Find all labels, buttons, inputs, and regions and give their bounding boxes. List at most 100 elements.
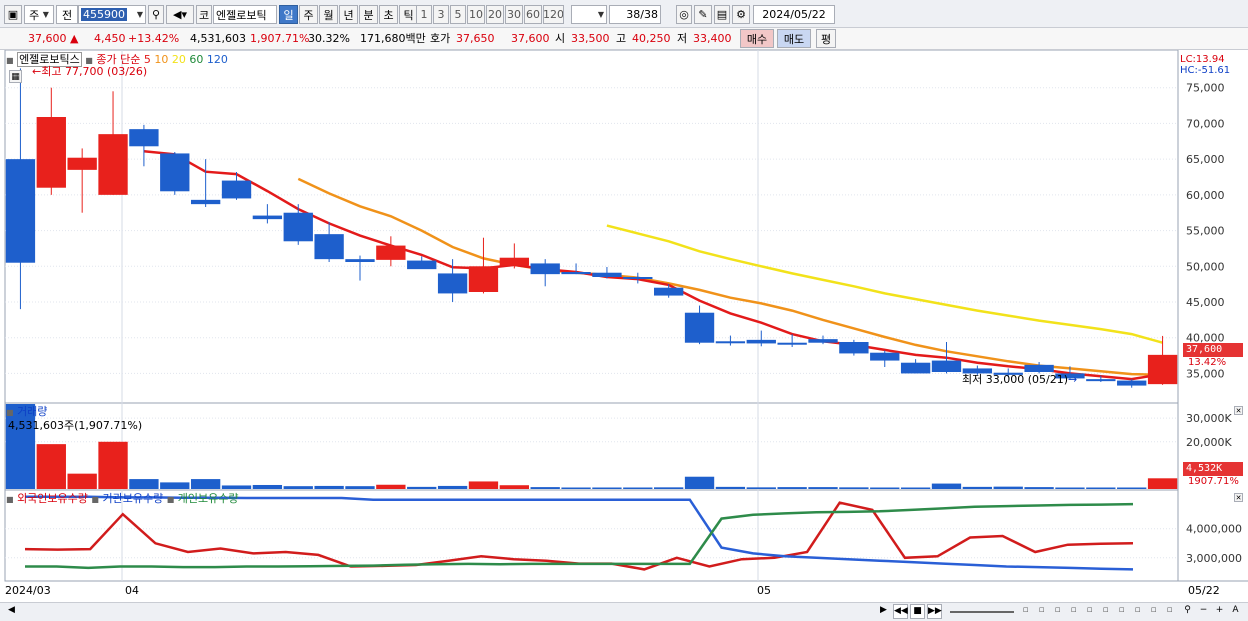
volume-bar — [407, 486, 437, 489]
interval-button-120[interactable]: 120 — [543, 5, 564, 24]
volume-bar — [67, 473, 97, 489]
interval-button-30[interactable]: 30 — [505, 5, 523, 24]
individual-holdings-label: 개인보유수량 — [177, 492, 239, 505]
wave-tool-icon[interactable]: ▫ — [1098, 604, 1113, 619]
buy-label: 매수 — [746, 32, 768, 46]
crosshair-icon[interactable]: ▫ — [1018, 604, 1033, 619]
copy-icon[interactable]: ▫ — [1050, 604, 1065, 619]
zoom-slider[interactable] — [950, 611, 1014, 613]
code-value: 455900 — [81, 8, 127, 21]
ma-period-legend: 5 10 20 60 120 — [144, 53, 228, 66]
mode-select[interactable]: 주 ▼ — [24, 5, 54, 24]
open-label: 시 — [555, 32, 566, 45]
buy-button[interactable]: 매수 — [740, 29, 774, 48]
calendar-icon[interactable]: ▦ — [9, 70, 22, 83]
cycle-tool-icon[interactable]: ▫ — [1114, 604, 1129, 619]
scroll-right-icon[interactable]: ▶ — [876, 604, 891, 619]
xaxis-start: 2024/03 — [5, 584, 51, 597]
ma-legend-20: 20 — [168, 53, 186, 66]
search-icon[interactable]: ⚲ — [148, 5, 164, 24]
eval-button[interactable]: 평 — [816, 29, 836, 48]
period-tab-2[interactable]: 월 — [319, 5, 338, 24]
binoculars-icon[interactable]: ◎ — [676, 5, 692, 24]
interval-select[interactable]: ▼ — [571, 5, 607, 24]
chevron-down-icon: ▼ — [597, 10, 604, 19]
ask-price-1: 37,650 — [456, 32, 495, 45]
volume-bar — [160, 482, 190, 489]
fib-tool-icon[interactable]: ▫ — [1082, 604, 1097, 619]
first-page-icon[interactable]: ◀◀ — [893, 604, 908, 619]
interval-button-60[interactable]: 60 — [524, 5, 542, 24]
sell-button[interactable]: 매도 — [777, 29, 811, 48]
volume-current: 4,531,603주(1,907.71%) — [8, 419, 143, 432]
company-name-field: 엔젤로보틱 — [213, 5, 277, 24]
candle-body — [283, 212, 313, 242]
period-tab-5[interactable]: 초 — [379, 5, 398, 24]
chart-menu-icon[interactable]: ▣ — [4, 5, 22, 24]
holdings-tick-label: 3,000,000 — [1186, 552, 1242, 565]
trade-amount: 171,680백만 — [360, 32, 426, 45]
scroll-left-icon[interactable]: ◀ — [4, 604, 19, 619]
interval-button-20[interactable]: 20 — [486, 5, 504, 24]
high-label: 고 — [616, 32, 627, 45]
candle-body — [252, 215, 283, 220]
period-tab-1[interactable]: 주 — [299, 5, 318, 24]
open-price: 33,500 — [571, 32, 610, 45]
high-price: 40,250 — [632, 32, 671, 45]
font-size-icon[interactable]: A — [1228, 604, 1243, 619]
interval-button-5[interactable]: 5 — [450, 5, 466, 24]
plus-icon[interactable]: + — [1212, 604, 1227, 619]
volume-bar — [1086, 487, 1116, 489]
interval-button-10[interactable]: 10 — [467, 5, 485, 24]
last-page-icon[interactable]: ▶▶ — [927, 604, 942, 619]
price-change-pct: +13.42% — [128, 32, 180, 45]
holdings-tick-label: 4,000,000 — [1186, 523, 1242, 536]
count-field[interactable]: 38/38 — [609, 5, 661, 24]
volume-panel-title: ■ 거래량 — [6, 405, 48, 418]
volume-bar — [1117, 487, 1147, 489]
measure-tool-icon[interactable]: ▫ — [1130, 604, 1145, 619]
volume-tick-label: 20,000K — [1186, 436, 1232, 449]
interval-button-1[interactable]: 1 — [416, 5, 432, 24]
text-tool-icon[interactable]: ▫ — [1162, 604, 1177, 619]
period-tab-3[interactable]: 년 — [339, 5, 358, 24]
stop-icon[interactable]: ■ — [910, 604, 925, 619]
draw-tool-icon[interactable]: ✎ — [694, 5, 712, 24]
rect-tool-icon[interactable]: ▫ — [1034, 604, 1049, 619]
volume-ratio: 1,907.71% — [250, 32, 310, 45]
market-button[interactable]: 코 — [196, 5, 212, 24]
period-tab-4[interactable]: 분 — [359, 5, 378, 24]
low-note-text: 최저 33,000 (05/21) — [962, 373, 1069, 386]
speaker-icon[interactable]: ◀▾ — [166, 5, 194, 24]
prev-button[interactable]: 전 — [56, 5, 78, 24]
chart-svg[interactable]: 35,00040,00045,00050,00055,00060,00065,0… — [0, 49, 1248, 602]
chart-type-icon[interactable]: ▫ — [1146, 604, 1161, 619]
gear-icon[interactable]: ⚙ — [732, 5, 750, 24]
save-icon[interactable]: ▤ — [714, 5, 730, 24]
candle-body — [715, 341, 746, 344]
volume-panel-close-icon[interactable]: ✕ — [1234, 406, 1243, 415]
chart-navigation-bar: ◀ ▶ ◀◀ ■ ▶▶ ▫ ▫ ▫ ▫ ▫ ▫ ▫ ▫ ▫ ▫ ⚲ − + A — [0, 602, 1248, 621]
count-total: /38 — [640, 8, 658, 21]
quote-bar: 37,600 ▲ 4,450 +13.42% 4,531,603 1,907.7… — [0, 28, 1248, 50]
code-input[interactable]: 455900 ▼ — [78, 5, 146, 24]
zoom-icon[interactable]: ⚲ — [1180, 604, 1195, 619]
low-price: 33,400 — [693, 32, 732, 45]
institution-holdings-label: 기관보유수량 — [102, 492, 164, 505]
date-field[interactable]: 2024/05/22 — [753, 5, 835, 24]
count-value: 38 — [626, 8, 641, 21]
volume-bar — [900, 487, 931, 489]
chart-area[interactable]: 35,000 40,000 45,000 50,000 55,000 60,000 65,0… — [0, 49, 1248, 621]
interval-button-3[interactable]: 3 — [433, 5, 449, 24]
holdings-panel-close-icon[interactable]: ✕ — [1234, 493, 1243, 502]
candle-body — [684, 312, 715, 343]
minus-icon[interactable]: − — [1196, 604, 1211, 619]
foreign-holdings-label: 외국인보유수량 — [17, 492, 88, 505]
trend-tool-icon[interactable]: ▫ — [1066, 604, 1081, 619]
volume-bar — [839, 487, 869, 489]
candle-body — [437, 273, 468, 294]
turnover-ratio: 30.32% — [308, 32, 350, 45]
candle-body — [160, 153, 190, 192]
candle-body — [129, 129, 159, 147]
period-tab-0[interactable]: 일 — [279, 5, 298, 24]
